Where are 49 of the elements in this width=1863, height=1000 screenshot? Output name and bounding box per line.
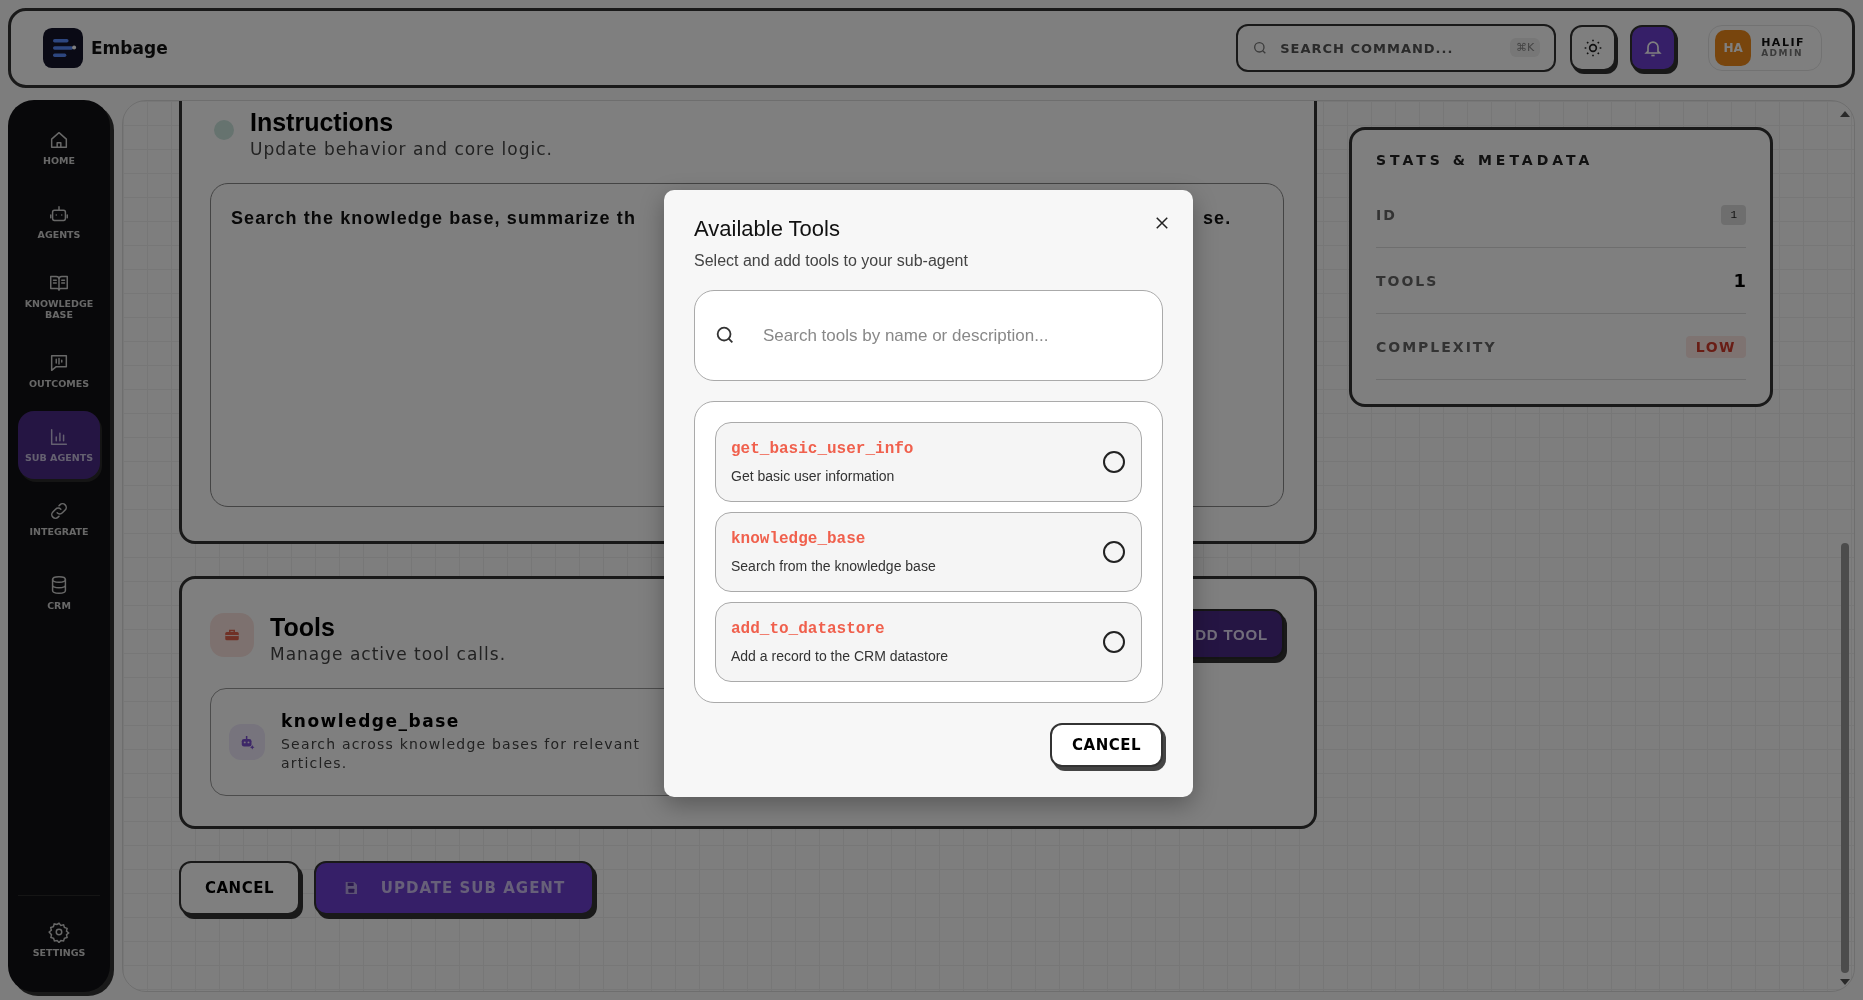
tool-description: Search across knowledge bases for relevant articles. [281, 735, 641, 773]
sidebar-item[interactable]: OUTCOMES [18, 336, 100, 405]
search-icon [714, 324, 736, 346]
tool-option[interactable]: get_basic_user_info Get basic user information [715, 422, 1142, 502]
stat-label: ID [1376, 206, 1397, 223]
tool-search-field[interactable]: Search tools by name or description... [694, 290, 1163, 381]
status-dot-icon [214, 120, 234, 140]
radio-button[interactable] [1103, 541, 1125, 563]
logo-icon [43, 28, 83, 68]
sidebar-item[interactable]: KNOWLEDGE BASE [18, 262, 100, 331]
stat-value: 1 [1733, 270, 1746, 291]
settings-icon [48, 921, 70, 944]
stats-title: STATS & METADATA [1376, 152, 1595, 168]
radio-button[interactable] [1103, 631, 1125, 653]
section-subtitle: Update behavior and core logic. [250, 139, 553, 159]
sidebar-item[interactable]: CRM [18, 558, 100, 627]
scroll-up-icon [1840, 111, 1850, 117]
dialog-subtitle: Select and add tools to your sub-agent [694, 252, 969, 270]
bell-icon [1643, 38, 1664, 58]
user-menu[interactable]: HA HALIF ADMIN [1708, 25, 1822, 71]
sidebar-item[interactable]: INTEGRATE [18, 484, 100, 553]
sidebar-item[interactable]: SUB AGENTS [18, 410, 100, 479]
complexity-tag: LOW [1685, 335, 1746, 358]
user-role: ADMIN [1761, 49, 1804, 59]
notifications-button[interactable] [1630, 25, 1677, 71]
section-subtitle: Manage active tool calls. [270, 644, 507, 664]
tool-option[interactable]: add_to_datastore Add a record to the CRM datastore [715, 602, 1142, 682]
tool-name: knowledge_base [281, 711, 461, 731]
theme-toggle-button[interactable] [1570, 25, 1617, 71]
sidebar-item[interactable]: AGENTS [18, 188, 100, 256]
sun-icon [1583, 38, 1604, 58]
user-name: HALIF [1761, 37, 1805, 49]
scroll-down-icon [1840, 979, 1850, 985]
tool-option[interactable]: knowledge_base Search from the knowledge base [715, 512, 1142, 592]
stat-label: COMPLEXITY [1376, 338, 1497, 355]
instructions-text-end: se. [1203, 208, 1232, 229]
id-badge: 1 [1721, 204, 1746, 225]
dialog-title: Available Tools [694, 216, 841, 242]
radio-button[interactable] [1103, 451, 1125, 473]
stat-label: TOOLS [1376, 272, 1439, 289]
section-title: Tools [270, 613, 336, 642]
toolbox-icon [210, 613, 254, 657]
sidebar-item[interactable]: HOME [18, 114, 100, 182]
robot-icon [229, 723, 265, 760]
section-title: Instructions [250, 108, 395, 137]
close-icon[interactable] [1153, 214, 1171, 232]
user-avatar: HA [1715, 30, 1752, 66]
brand-name: Embage [91, 38, 168, 58]
settings-item[interactable]: SETTINGS [18, 906, 100, 974]
